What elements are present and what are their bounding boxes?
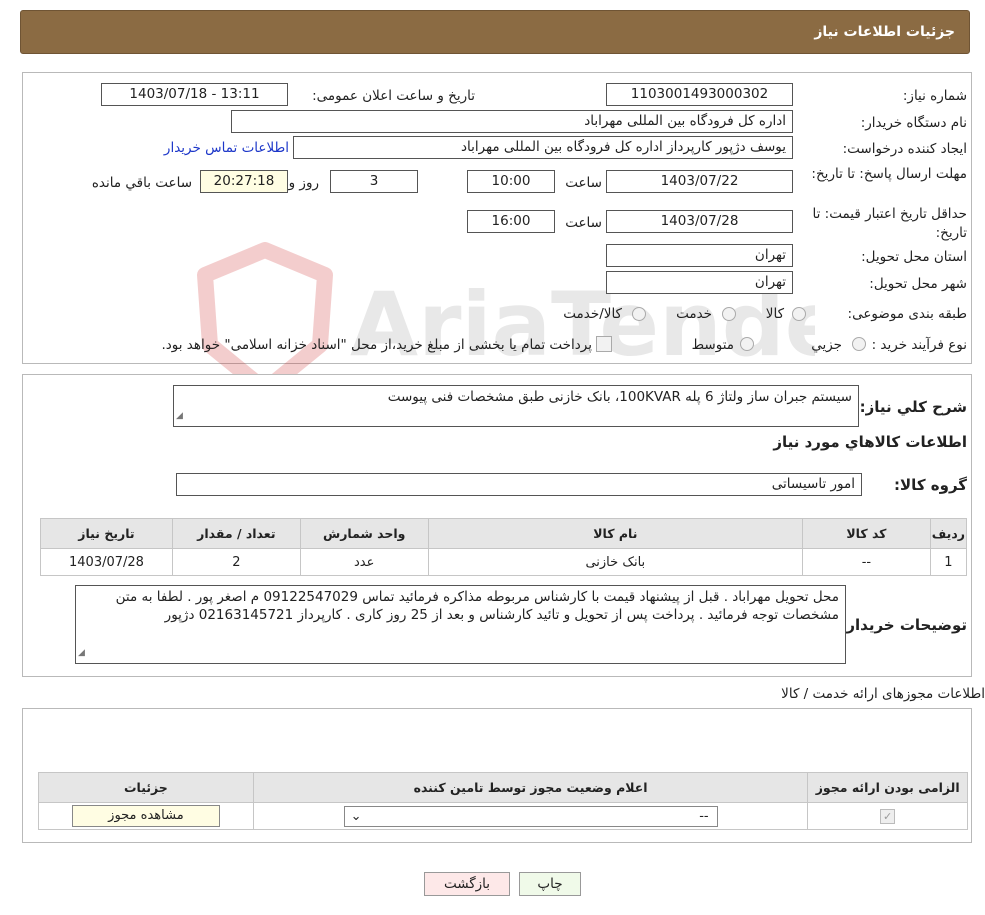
goods-group-field: امور تاسیساتی [176, 473, 862, 496]
col-need-date: تاریخ نیاز [40, 518, 173, 549]
category-label: طبقه بندی موضوعی: [847, 306, 967, 322]
cell-unit: عدد [299, 548, 429, 576]
goods-table: رديف کد کالا نام کالا واحد شمارش تعداد /… [40, 518, 968, 576]
goods-table-header-row: رديف کد کالا نام کالا واحد شمارش تعداد /… [40, 518, 968, 549]
city-label: شهر محل تحویل: [869, 276, 967, 292]
deadline-time-word: ساعت [565, 175, 602, 191]
cell-quantity: 2 [171, 548, 301, 576]
creator-label: ایجاد کننده درخواست: [842, 141, 967, 157]
cell-license-required: ✓ [807, 802, 968, 830]
cell-row-number: 1 [929, 548, 968, 576]
back-button[interactable]: بازگشت [424, 872, 510, 896]
col-goods-code: کد کالا [802, 518, 931, 549]
table-row: ✓ -- ⌄ مشاهده مجوز [38, 802, 968, 830]
resize-grip-icon[interactable]: ◢ [78, 644, 85, 662]
need-number-field: 1103001493000302 [606, 83, 793, 106]
cell-goods-name: بانک خازنی [427, 548, 804, 576]
cell-need-date: 1403/07/28 [40, 548, 173, 576]
description-field: سیستم جبران ساز ولتاژ 6 پله 100KVAR، بان… [173, 385, 859, 427]
announce-date-label: تاریخ و ساعت اعلان عمومی: [312, 88, 475, 104]
col-row-number: رديف [929, 518, 968, 549]
col-quantity: تعداد / مقدار [171, 518, 301, 549]
license-status-select[interactable]: -- ⌄ [343, 805, 718, 827]
buyer-notes-label: توضیحات خریدار: [840, 616, 967, 634]
buyer-org-label: نام دستگاه خریدار: [860, 115, 967, 131]
license-status-value: -- [699, 808, 709, 824]
category-radio-goods-service[interactable] [632, 307, 646, 321]
creator-field: یوسف دژپور کارپرداز اداره کل فرودگاه بین… [293, 136, 793, 159]
validity-label: حداقل تاریخ اعتبار قیمت: تا تاریخ: [812, 206, 967, 241]
cell-license-details: مشاهده مجوز [38, 802, 254, 830]
time-remaining-field: 20:27:18 [200, 170, 288, 193]
licenses-header-row: الزامی بودن ارائه مجوز اعلام وضعیت مجوز … [38, 772, 968, 803]
page-title: جزئیات اطلاعات نیاز [814, 24, 955, 40]
category-radio-goods[interactable] [792, 307, 806, 321]
col-unit: واحد شمارش [299, 518, 429, 549]
days-remaining-field: 3 [330, 170, 418, 193]
license-required-checkbox: ✓ [880, 808, 896, 824]
process-option-medium: متوسط [691, 337, 734, 353]
deadline-date-field: 1403/07/22 [606, 170, 793, 193]
days-word: روز و [288, 175, 319, 191]
announce-date-field: 1403/07/18 - 13:11 [101, 83, 288, 106]
treasury-checkbox[interactable] [596, 336, 612, 352]
col-goods-name: نام کالا [427, 518, 804, 549]
table-row: 1 -- بانک خازنی عدد 2 1403/07/28 [40, 548, 968, 576]
page-header: جزئیات اطلاعات نیاز [20, 10, 970, 54]
licenses-table: الزامی بودن ارائه مجوز اعلام وضعیت مجوز … [38, 772, 968, 830]
process-radio-minor[interactable] [852, 337, 866, 351]
process-option-minor: جزیي [811, 337, 842, 353]
category-option-goods: کالا [765, 306, 784, 322]
time-remaining-word: ساعت باقي مانده [91, 175, 192, 191]
validity-time-field: 16:00 [467, 210, 555, 233]
description-label: شرح کلي نياز: [859, 398, 967, 416]
need-number-label: شماره نیاز: [902, 88, 967, 104]
goods-group-label: گروه کالا: [894, 476, 967, 494]
print-button[interactable]: چاپ [519, 872, 581, 896]
resize-grip-icon[interactable]: ◢ [176, 407, 183, 425]
validity-time-word: ساعت [565, 215, 602, 231]
validity-date-field: 1403/07/28 [606, 210, 793, 233]
cell-goods-code: -- [802, 548, 931, 576]
process-label: نوع فرآیند خرید : [871, 337, 967, 353]
buyer-org-field: اداره کل فرودگاه بین المللی مهراباد [231, 110, 793, 133]
category-option-service: خدمت [676, 306, 712, 322]
buyer-notes-field: محل تحویل مهراباد . قبل از پیشنهاد قیمت … [75, 585, 846, 664]
treasury-note: پرداخت تمام یا بخشی از مبلغ خرید،از محل … [161, 337, 592, 353]
deadline-time-field: 10:00 [467, 170, 555, 193]
buyer-notes-text: محل تحویل مهراباد . قبل از پیشنهاد قیمت … [115, 589, 839, 623]
cell-license-status: -- ⌄ [252, 802, 809, 830]
col-license-details: جزئیات [38, 772, 254, 803]
goods-section-title: اطلاعات کالاهاي مورد نياز [773, 433, 967, 451]
licenses-title: اطلاعات مجوزهای ارائه خدمت / کالا [781, 686, 985, 702]
col-license-status: اعلام وضعیت مجوز توسط تامین کننده [252, 772, 809, 803]
province-label: استان محل تحویل: [861, 249, 967, 265]
province-field: تهران [606, 244, 793, 267]
chevron-down-icon: ⌄ [350, 808, 362, 824]
category-radio-service[interactable] [722, 307, 736, 321]
process-radio-medium[interactable] [740, 337, 754, 351]
buyer-contact-link[interactable]: اطلاعات تماس خریدار [164, 140, 289, 156]
description-text: سیستم جبران ساز ولتاژ 6 پله 100KVAR، بان… [387, 389, 852, 405]
city-field: تهران [606, 271, 793, 294]
category-option-goods-service: کالا/خدمت [563, 306, 622, 322]
col-license-required: الزامی بودن ارائه مجوز [807, 772, 968, 803]
view-license-button[interactable]: مشاهده مجوز [71, 805, 220, 827]
deadline-label: مهلت ارسال پاسخ: تا تاریخ: [811, 166, 967, 182]
